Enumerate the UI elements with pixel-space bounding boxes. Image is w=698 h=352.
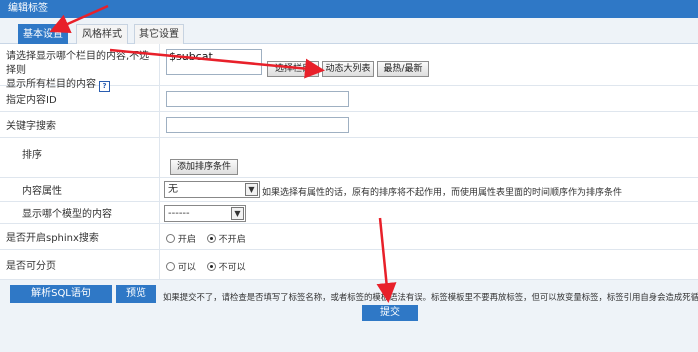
attribute-label: 内容属性 — [0, 178, 160, 201]
radio-icon[interactable] — [166, 234, 175, 243]
sphinx-on-option[interactable]: 开启 — [166, 234, 196, 245]
sphinx-label: 是否开启sphinx搜索 — [0, 224, 160, 249]
column-row: 请选择显示哪个栏目的内容,不选择则 显示所有栏目的内容? $subcat 选择栏… — [0, 44, 698, 92]
model-select-value: ------ — [168, 208, 190, 219]
paging-radio-group: 可以 不可以 — [166, 260, 254, 273]
column-input[interactable]: $subcat — [166, 49, 262, 75]
radio-checked-icon[interactable] — [206, 262, 216, 271]
chevron-down-icon: ▼ — [245, 183, 258, 196]
submit-button[interactable]: 提交 — [362, 305, 418, 321]
column-label-line1: 请选择显示哪个栏目的内容,不选择则 — [6, 51, 150, 76]
sort-label: 排序 — [0, 138, 160, 177]
content-id-input[interactable] — [166, 91, 349, 107]
add-sort-condition-button[interactable]: 添加排序条件 — [170, 159, 238, 175]
hot-latest-button[interactable]: 最热/最新 — [377, 61, 429, 77]
keyword-label: 关键字搜索 — [0, 112, 160, 137]
chevron-down-icon: ▼ — [231, 207, 244, 220]
content-id-row: 指定内容ID — [0, 86, 698, 112]
attribute-select[interactable]: 无 ▼ — [164, 181, 260, 198]
parse-sql-button[interactable]: 解析SQL语句 — [10, 285, 112, 303]
column-input-value: $subcat — [169, 50, 213, 63]
tab-bar: 基本设置 风格样式 其它设置 — [0, 18, 698, 44]
footer-area: 解析SQL语句 预览 如果提交不了，请检查是否填写了标签名称，或者标签的模板语法… — [0, 285, 698, 352]
model-label: 显示哪个模型的内容 — [0, 202, 160, 223]
sort-row: 排序 添加排序条件 — [0, 138, 698, 178]
keyword-row: 关键字搜索 — [0, 112, 698, 138]
sphinx-on-label: 开启 — [177, 235, 196, 245]
radio-checked-icon[interactable] — [206, 234, 216, 243]
attribute-hint: 如果选择有属性的话，原有的排序将不起作用，而使用属性表里面的时间顺序作为排序条件 — [262, 188, 623, 198]
radio-icon[interactable] — [166, 262, 175, 271]
tab-style[interactable]: 风格样式 — [76, 24, 128, 44]
paging-on-label: 可以 — [177, 263, 196, 273]
column-label: 请选择显示哪个栏目的内容,不选择则 显示所有栏目的内容? — [0, 44, 160, 92]
window-title: 编辑标签 — [0, 0, 698, 18]
paging-row: 是否可分页 可以 不可以 — [0, 250, 698, 280]
tag-form: 请选择显示哪个栏目的内容,不选择则 显示所有栏目的内容? $subcat 选择栏… — [0, 44, 698, 280]
model-select[interactable]: ------ ▼ — [164, 205, 246, 222]
attribute-row: 内容属性 无 ▼ 如果选择有属性的话，原有的排序将不起作用，而使用属性表里面的时… — [0, 178, 698, 202]
sphinx-row: 是否开启sphinx搜索 开启 不开启 — [0, 224, 698, 250]
footer-notice: 如果提交不了，请检查是否填写了标签名称，或者标签的模板语法有误。标签模板里不要再… — [163, 292, 698, 302]
content-id-label: 指定内容ID — [0, 86, 160, 111]
tab-basic-settings[interactable]: 基本设置 — [18, 24, 68, 44]
sphinx-off-label: 不开启 — [218, 235, 246, 245]
dynamic-list-button[interactable]: 动态大列表 — [322, 61, 374, 77]
model-row: 显示哪个模型的内容 ------ ▼ — [0, 202, 698, 224]
keyword-input[interactable] — [166, 117, 349, 133]
select-column-button[interactable]: 选择栏目 — [267, 61, 319, 77]
paging-label: 是否可分页 — [0, 250, 160, 279]
attribute-select-value: 无 — [168, 184, 178, 195]
paging-on-option[interactable]: 可以 — [166, 262, 196, 273]
paging-off-label: 不可以 — [218, 263, 246, 273]
sphinx-off-option[interactable]: 不开启 — [206, 234, 246, 245]
preview-button[interactable]: 预览 — [116, 285, 156, 303]
tab-other-settings[interactable]: 其它设置 — [134, 24, 184, 44]
paging-off-option[interactable]: 不可以 — [206, 262, 246, 273]
sphinx-radio-group: 开启 不开启 — [166, 232, 254, 245]
